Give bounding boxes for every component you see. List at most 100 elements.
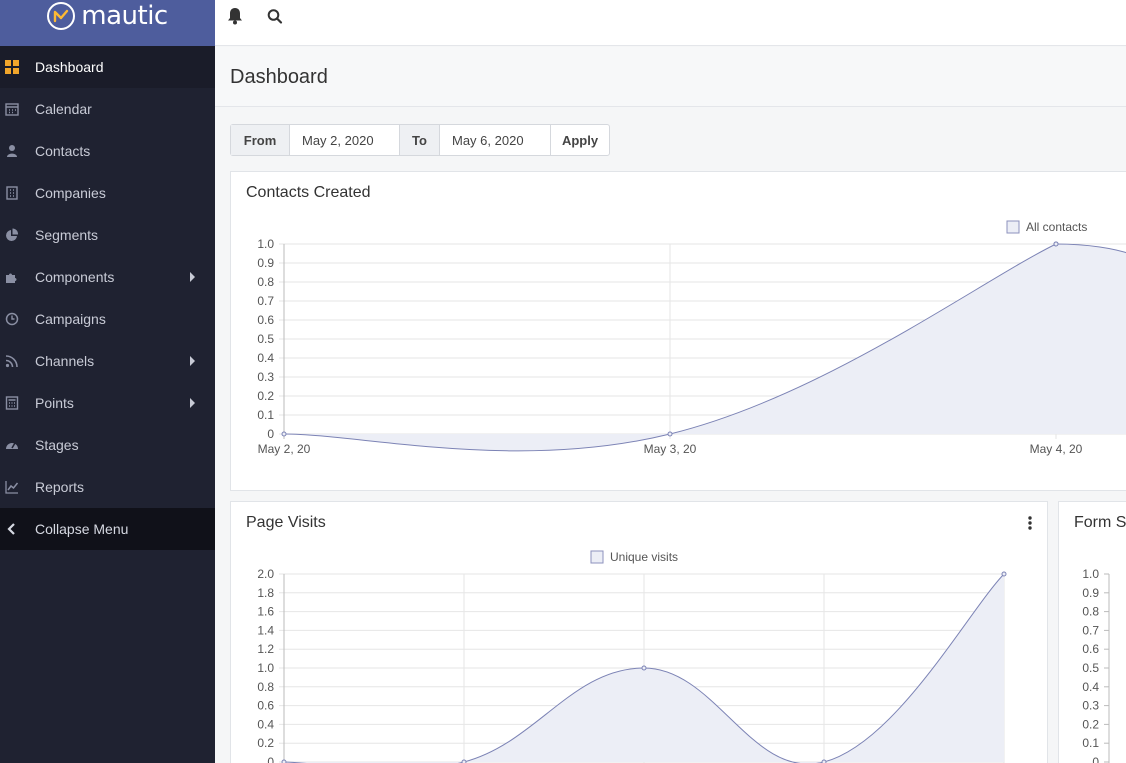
y-tick-label: 0.2 xyxy=(1082,717,1099,731)
sidebar: mautic Dashboard Calendar Contacts Companie… xyxy=(0,0,215,763)
legend-swatch xyxy=(590,550,604,564)
y-tick-label: 0.6 xyxy=(1082,642,1099,656)
y-tick-label: 0 xyxy=(1092,755,1099,763)
collapse-menu-label: Collapse Menu xyxy=(35,521,129,537)
y-tick-label: 0.9 xyxy=(257,256,274,270)
y-tick-label: 0.2 xyxy=(257,736,274,750)
sidebar-item-label: Campaigns xyxy=(35,311,106,327)
y-tick-label: 1.8 xyxy=(257,586,274,600)
sidebar-item-reports[interactable]: Reports xyxy=(0,466,215,508)
y-tick-label: 0.3 xyxy=(1082,699,1099,713)
sidebar-item-label: Points xyxy=(35,395,74,411)
caret-right-icon xyxy=(190,356,195,366)
sidebar-item-label: Contacts xyxy=(35,143,91,159)
building-icon xyxy=(4,185,20,201)
contacts-created-panel: Contacts Created 0 0.1 0.2 0.3 0.4 0.5 0.6 0.7 0… xyxy=(230,171,1126,491)
brand-name: mautic xyxy=(81,1,168,31)
calendar-icon xyxy=(4,101,20,117)
line-chart-icon xyxy=(4,479,20,495)
dashboard-icon xyxy=(4,59,20,75)
collapse-menu-button[interactable]: Collapse Menu xyxy=(0,508,215,550)
date-range-filter: From May 2, 2020 To May 6, 2020 Apply xyxy=(230,124,610,156)
sidebar-item-label: Segments xyxy=(35,227,99,243)
sidebar-nav: Dashboard Calendar Contacts Companies Segmen… xyxy=(0,46,215,508)
bell-icon[interactable] xyxy=(227,7,243,30)
y-tick-label: 0.8 xyxy=(1082,605,1099,619)
sidebar-item-components[interactable]: Components xyxy=(0,256,215,298)
from-label: From xyxy=(231,125,289,155)
legend-label: Unique visits xyxy=(610,550,678,564)
legend-swatch xyxy=(1006,220,1020,234)
y-tick-label: 0.6 xyxy=(257,699,274,713)
sidebar-item-contacts[interactable]: Contacts xyxy=(0,130,215,172)
contacts-created-chart: 0 0.1 0.2 0.3 0.4 0.5 0.6 0.7 0.8 0.9 1.0 May 2, 20… xyxy=(257,220,1126,456)
y-tick-label: 0.4 xyxy=(257,351,274,365)
to-date-input[interactable]: May 6, 2020 xyxy=(439,125,550,155)
clock-icon xyxy=(4,311,20,327)
data-point xyxy=(667,431,673,437)
sidebar-item-calendar[interactable]: Calendar xyxy=(0,88,215,130)
x-tick-label: May 3, 20 xyxy=(644,442,697,456)
sidebar-item-segments[interactable]: Segments xyxy=(0,214,215,256)
y-tick-label: 0.7 xyxy=(257,294,274,308)
search-icon[interactable] xyxy=(267,7,283,30)
chevron-left-icon xyxy=(4,521,20,537)
data-point xyxy=(1053,241,1059,247)
y-tick-label: 0 xyxy=(267,427,274,441)
puzzle-icon xyxy=(4,269,20,285)
top-bar xyxy=(215,0,1126,46)
y-tick-label: 1.0 xyxy=(257,237,274,251)
page-visits-panel: Page Visits 0 0.2 0.4 0.6 0.8 1.0 1.2 1.4 1.6 1.8… xyxy=(230,501,1048,763)
calculator-icon xyxy=(4,395,20,411)
y-tick-label: 0.3 xyxy=(257,370,274,384)
apply-button[interactable]: Apply xyxy=(550,125,609,155)
y-tick-label: 0.7 xyxy=(1082,623,1099,637)
mautic-logo[interactable]: mautic xyxy=(47,1,168,31)
sidebar-item-stages[interactable]: Stages xyxy=(0,424,215,466)
sidebar-item-channels[interactable]: Channels xyxy=(0,340,215,382)
y-tick-label: 2.0 xyxy=(257,567,274,581)
data-point xyxy=(641,665,647,671)
sidebar-item-points[interactable]: Points xyxy=(0,382,215,424)
x-tick-label: May 2, 20 xyxy=(258,442,311,456)
sidebar-item-label: Channels xyxy=(35,353,95,369)
y-tick-label: 1.4 xyxy=(257,623,274,637)
y-tick-label: 0.8 xyxy=(257,680,274,694)
tachometer-icon xyxy=(4,437,20,453)
sidebar-item-dashboard[interactable]: Dashboard xyxy=(0,46,215,88)
page-header: Dashboard xyxy=(215,47,1126,107)
page-visits-chart: 0 0.2 0.4 0.6 0.8 1.0 1.2 1.4 1.6 1.8 2.0 Unique vi… xyxy=(257,550,1007,763)
mautic-logo-icon xyxy=(47,2,76,30)
page-title: Dashboard xyxy=(230,66,328,88)
caret-right-icon xyxy=(190,398,195,408)
y-tick-label: 0.6 xyxy=(257,313,274,327)
sidebar-item-label: Reports xyxy=(35,479,85,495)
data-point xyxy=(281,431,287,437)
to-label: To xyxy=(399,125,439,155)
data-point xyxy=(1001,571,1007,577)
user-icon xyxy=(4,143,20,159)
y-tick-label: 0.5 xyxy=(1082,661,1099,675)
y-tick-label: 0.4 xyxy=(1082,680,1099,694)
brand-header: mautic xyxy=(0,0,215,46)
y-tick-label: 0.8 xyxy=(257,275,274,289)
sidebar-item-label: Dashboard xyxy=(35,59,104,75)
y-tick-label: 1.0 xyxy=(257,661,274,675)
series-area-continuation xyxy=(1056,244,1126,434)
legend-label: All contacts xyxy=(1026,220,1087,234)
y-tick-label: 0 xyxy=(267,755,274,763)
form-submissions-chart: 0 0.1 0.2 0.3 0.4 0.5 0.6 0.7 0.8 0.9 1.0 xyxy=(1082,567,1110,763)
rss-icon xyxy=(4,353,20,369)
y-tick-label: 0.1 xyxy=(1082,736,1099,750)
y-tick-label: 1.2 xyxy=(257,642,274,656)
y-tick-label: 1.6 xyxy=(257,605,274,619)
sidebar-item-campaigns[interactable]: Campaigns xyxy=(0,298,215,340)
y-tick-label: 1.0 xyxy=(1082,567,1099,581)
sidebar-item-companies[interactable]: Companies xyxy=(0,172,215,214)
sidebar-item-label: Companies xyxy=(35,185,106,201)
sidebar-item-label: Components xyxy=(35,269,115,285)
sidebar-item-label: Calendar xyxy=(35,101,92,117)
form-submissions-panel: Form S 0 0.1 0.2 0.3 0.4 0.5 0.6 0.7 0.8 0.9 1.0 xyxy=(1058,501,1126,763)
y-tick-label: 0.4 xyxy=(257,717,274,731)
from-date-input[interactable]: May 2, 2020 xyxy=(289,125,399,155)
